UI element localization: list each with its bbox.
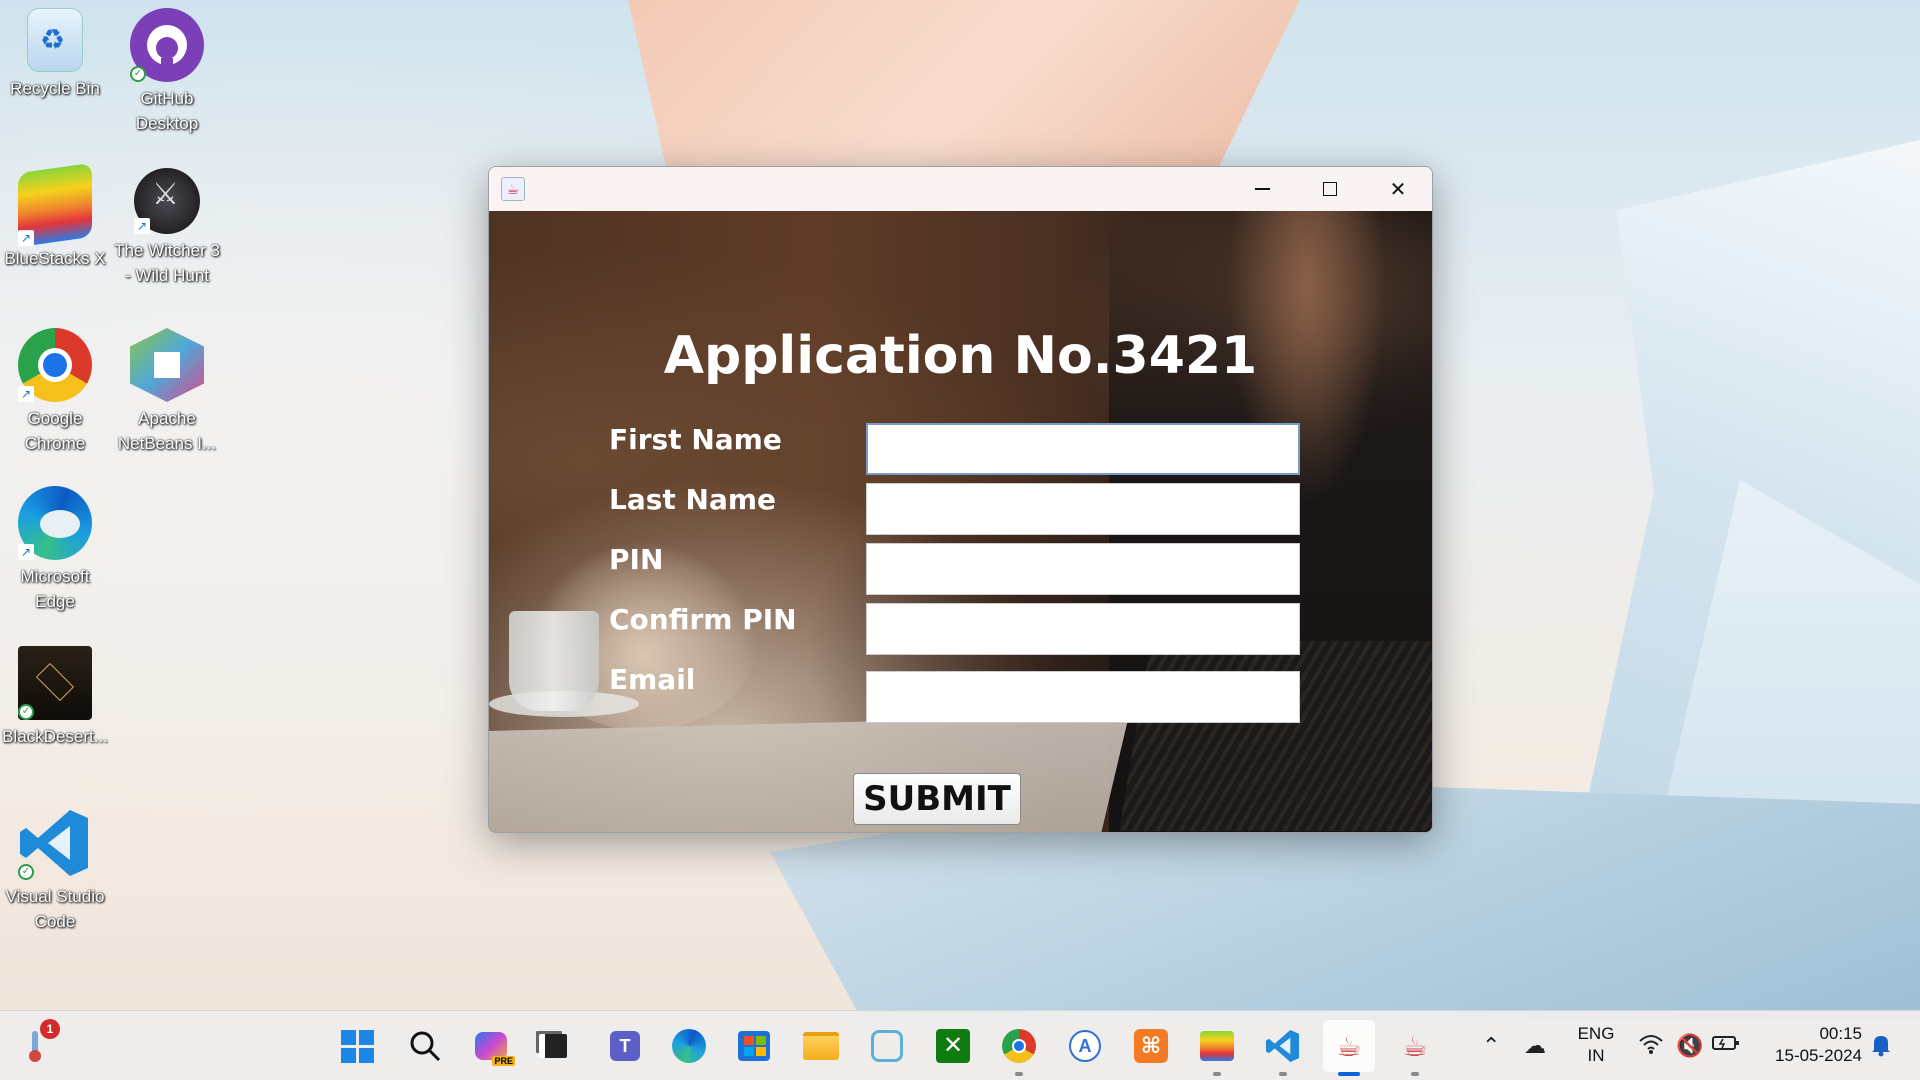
bluestacks-taskbar-button[interactable] [1196,1025,1238,1076]
xbox-button[interactable]: ✕ [932,1025,974,1067]
xampp-icon: ⌘ [1134,1029,1168,1063]
weather-widget[interactable]: 1 [14,1019,60,1067]
first-name-input[interactable] [866,423,1300,475]
active-indicator [1338,1072,1360,1076]
java-app-taskbar-button-active[interactable]: ☕ [1323,1020,1375,1076]
xbox-icon: ✕ [936,1029,970,1063]
running-indicator [1411,1072,1419,1076]
running-indicator [1213,1072,1221,1076]
edge-icon [672,1029,706,1063]
maximize-icon [1323,182,1337,196]
search-button[interactable] [404,1025,446,1067]
witcher-icon: ⚔ ↗ [134,168,200,234]
bluestacks-icon [1200,1031,1234,1061]
form-panel: Application No.3421 First Name Last Name… [489,211,1432,832]
minimize-button[interactable] [1228,167,1296,211]
pin-label: PIN [609,543,664,576]
copilot-pre-badge: PRE [492,1056,515,1066]
last-name-input[interactable] [866,483,1300,535]
search-icon [410,1031,441,1062]
running-indicator [1015,1072,1023,1076]
desktop-icon-vscode[interactable]: ✓ Visual Studio Code [0,806,110,934]
vscode-taskbar-button[interactable] [1262,1025,1304,1076]
edge-taskbar-button[interactable] [668,1025,710,1067]
chrome-taskbar-button[interactable] [998,1025,1040,1076]
task-view-icon [539,1034,567,1058]
remote-icon [871,1030,903,1062]
black-desert-icon: ✓ [18,646,92,720]
language-indicator[interactable]: ENG IN [1570,1023,1622,1067]
task-view-button[interactable] [532,1025,574,1067]
edge-icon: ↗ [18,486,92,560]
app-button-a[interactable]: A [1064,1025,1106,1067]
netbeans-icon [130,328,204,402]
xampp-button[interactable]: ⌘ [1130,1025,1172,1067]
confirm-pin-label: Confirm PIN [609,603,797,636]
pin-input[interactable] [866,543,1300,595]
close-button[interactable]: ✕ [1364,167,1432,211]
taskbar: 1 PRE T ✕ A ⌘ ☕ ☕ ⌃ ☁ ENG IN 🔇 00:15 15-… [0,1010,1920,1080]
desktop-icon-bluestacks[interactable]: ↗ BlueStacks X [0,162,110,271]
folder-icon [803,1032,839,1060]
copilot-button[interactable]: PRE [470,1025,515,1067]
weather-badge: 1 [40,1019,60,1039]
running-indicator [1279,1072,1287,1076]
show-hidden-icons-chevron-up-icon[interactable]: ⌃ [1482,1033,1500,1059]
onedrive-icon[interactable]: ☁ [1524,1033,1546,1059]
background-photo-cup [509,611,599,711]
battery-icon[interactable] [1712,1033,1740,1059]
vscode-icon [1265,1029,1300,1063]
recycle-bin-icon: ♻ [27,8,83,72]
github-desktop-icon: ✓ [130,8,204,82]
vscode-icon: ✓ [18,806,92,880]
email-input[interactable] [866,671,1300,723]
java-icon: ☕ [1402,1030,1428,1062]
compass-app-icon: A [1069,1030,1101,1062]
email-label: Email [609,663,696,696]
copilot-icon: PRE [475,1032,515,1066]
last-name-label: Last Name [609,483,777,516]
desktop-icon-witcher[interactable]: ⚔ ↗ The Witcher 3 - Wild Hunt [112,168,222,288]
maximize-button[interactable] [1296,167,1364,211]
windows-logo-icon [340,1029,374,1063]
desktop-icon-microsoft-edge[interactable]: ↗ Microsoft Edge [0,486,110,614]
submit-button[interactable]: SUBMIT [853,773,1021,825]
window-titlebar[interactable]: ☕ ✕ [489,167,1432,211]
desktop-icon-github-desktop[interactable]: ✓ GitHub Desktop [112,8,222,136]
clock[interactable]: 00:15 15-05-2024 [1752,1023,1862,1067]
bluestacks-icon: ↗ [18,162,92,248]
application-window[interactable]: ☕ ✕ Application No.3421 First Name Last … [488,166,1433,833]
confirm-pin-input[interactable] [866,603,1300,655]
file-explorer-button[interactable] [800,1025,842,1067]
notification-bell-icon[interactable] [1870,1033,1892,1063]
app-button-remote[interactable] [866,1025,908,1067]
chrome-icon: ↗ [18,328,92,402]
java-app-icon: ☕ [501,177,525,201]
desktop-icon-black-desert[interactable]: ✓ BlackDesert... [0,646,110,749]
java-app-taskbar-button[interactable]: ☕ [1394,1025,1436,1076]
volume-muted-icon[interactable]: 🔇 [1676,1033,1703,1059]
minimize-icon [1254,188,1270,190]
desktop-icon-recycle-bin[interactable]: ♻ Recycle Bin [0,8,110,101]
start-button[interactable] [336,1025,378,1067]
desktop-icon-google-chrome[interactable]: ↗ Google Chrome [0,328,110,456]
store-icon [738,1031,770,1061]
first-name-label: First Name [609,423,782,456]
desktop-icon-netbeans[interactable]: Apache NetBeans I... [112,328,222,456]
teams-icon: T [610,1031,640,1061]
java-icon: ☕ [1336,1030,1362,1062]
form-title: Application No.3421 [663,326,1258,386]
chrome-icon [1002,1029,1036,1063]
teams-button[interactable]: T [604,1025,646,1067]
close-icon: ✕ [1389,178,1407,201]
background-photo-sleeve [1119,641,1432,831]
store-button[interactable] [733,1025,775,1067]
wifi-icon[interactable] [1638,1033,1664,1061]
